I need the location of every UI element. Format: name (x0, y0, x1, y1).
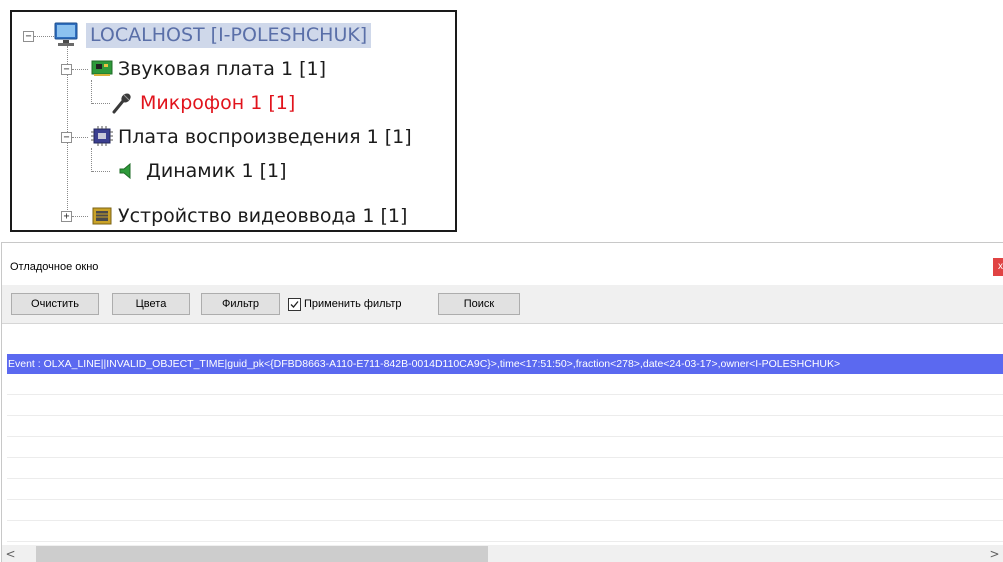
collapse-toggle-playback-card[interactable]: − (61, 132, 72, 143)
tree-item-label: Микрофон 1 [1] (140, 91, 296, 114)
log-line-empty[interactable] (7, 375, 1003, 395)
toolbar: Очистить Цвета Фильтр Применить фильтр П… (2, 285, 1003, 323)
log-line-empty[interactable] (7, 438, 1003, 458)
log-line-empty[interactable] (7, 480, 1003, 500)
tree-item-playback-card[interactable]: Плата воспроизведения 1 [1] (118, 120, 412, 154)
tree-item-label: Плата воспроизведения 1 [1] (118, 125, 412, 148)
colors-button[interactable]: Цвета (112, 293, 190, 315)
log-list[interactable]: Event : OLXA_LINE||INVALID_OBJECT_TIME|g… (2, 323, 1003, 546)
tree-connector (72, 69, 88, 70)
window-title: Отладочное окно (10, 261, 99, 273)
tree-item-root[interactable]: LOCALHOST [I-POLESHCHUK] (86, 18, 372, 52)
tree-item-label: Звуковая плата 1 [1] (118, 57, 327, 80)
computer-icon (54, 22, 78, 46)
microphone-icon (112, 93, 131, 114)
tree-connector (92, 103, 110, 104)
debug-window: Отладочное окно x Очистить Цвета Фильтр … (1, 242, 1003, 562)
log-line-empty[interactable] (7, 417, 1003, 437)
tree-connector (91, 80, 92, 104)
log-line-empty[interactable] (7, 501, 1003, 521)
filter-button[interactable]: Фильтр (201, 293, 280, 315)
tree-item-sound-card[interactable]: Звуковая плата 1 [1] (118, 52, 326, 86)
checkmark-icon (290, 300, 299, 308)
video-input-icon (92, 207, 112, 225)
tree-item-label: Устройство видеоввода 1 [1] (118, 204, 408, 227)
clear-button[interactable]: Очистить (11, 293, 99, 315)
sound-card-icon (91, 60, 113, 76)
expand-toggle-video-input[interactable]: + (61, 211, 72, 222)
apply-filter-checkbox[interactable]: Применить фильтр (288, 297, 402, 311)
speaker-icon (119, 162, 131, 180)
device-tree-panel: − LOCALHOST [I-POLESHCHUK] − Звуковая пл… (10, 10, 457, 232)
tree-item-speaker[interactable]: Динамик 1 [1] (146, 154, 287, 188)
playback-card-icon (91, 126, 113, 146)
apply-filter-label: Применить фильтр (304, 298, 402, 310)
tree-connector (72, 216, 88, 217)
tree-connector (34, 36, 54, 37)
tree-item-label: Динамик 1 [1] (146, 159, 287, 182)
scroll-right-arrow[interactable]: > (986, 545, 1003, 562)
collapse-toggle-root[interactable]: − (23, 31, 34, 42)
tree-item-microphone[interactable]: Микрофон 1 [1] (140, 86, 295, 120)
log-line-empty[interactable] (7, 396, 1003, 416)
scroll-left-arrow[interactable]: < (2, 545, 19, 562)
close-button[interactable]: x (993, 258, 1003, 276)
log-line-empty[interactable] (7, 522, 1003, 542)
tree-connector (92, 171, 110, 172)
collapse-toggle-sound-card[interactable]: − (61, 64, 72, 75)
tree-connector (91, 148, 92, 172)
tree-item-video-input[interactable]: Устройство видеоввода 1 [1] (118, 199, 407, 233)
search-button[interactable]: Поиск (438, 293, 520, 315)
horizontal-scrollbar[interactable]: < > (2, 545, 1003, 562)
scroll-thumb[interactable] (36, 546, 488, 562)
checkbox-box[interactable] (288, 297, 301, 311)
tree-connector (72, 137, 88, 138)
log-line-empty[interactable] (7, 459, 1003, 479)
tree-item-label: LOCALHOST [I-POLESHCHUK] (86, 22, 372, 48)
title-bar[interactable]: Отладочное окно x (2, 243, 1003, 285)
log-line[interactable]: Event : OLXA_LINE||INVALID_OBJECT_TIME|g… (7, 354, 1003, 374)
